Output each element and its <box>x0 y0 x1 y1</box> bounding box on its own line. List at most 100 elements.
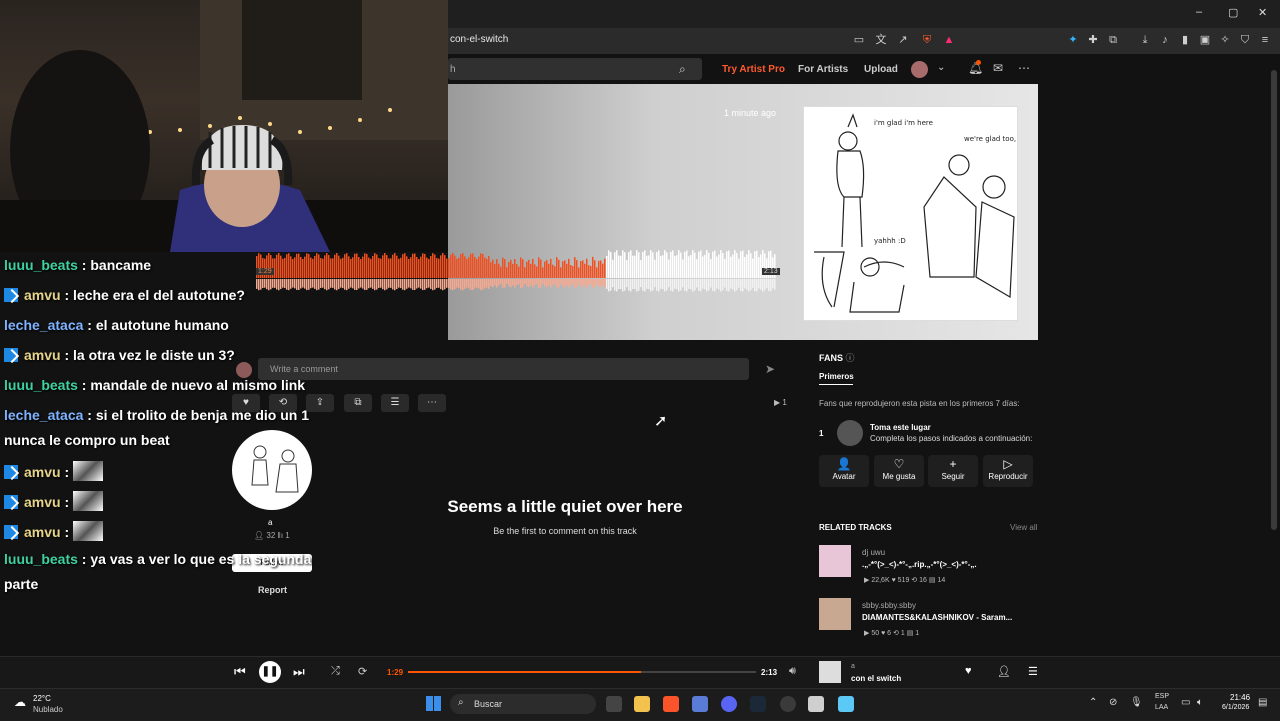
player-follow-icon[interactable]: 👤︎ <box>997 665 1011 678</box>
media-icon[interactable]: ♪ <box>1158 33 1172 47</box>
player-like-icon[interactable]: ♥ <box>965 665 972 677</box>
chat-username[interactable]: amvu <box>24 464 61 480</box>
display-icon[interactable]: ▭ <box>1181 697 1190 708</box>
file-explorer-icon[interactable] <box>634 696 650 712</box>
clock-time[interactable]: 21:46 <box>1230 693 1250 702</box>
user-avatar[interactable] <box>911 61 928 78</box>
for-artists-link[interactable]: For Artists <box>798 64 848 75</box>
related-track-thumb[interactable] <box>819 598 851 630</box>
steam-icon[interactable] <box>750 696 766 712</box>
chat-username[interactable]: amvu <box>24 524 61 540</box>
discord-icon[interactable] <box>721 696 737 712</box>
clock-date[interactable]: 6/1/2026 <box>1222 704 1249 711</box>
microphone-icon[interactable]: 🎙︎ <box>1130 697 1143 708</box>
url-text[interactable]: con-el-switch <box>450 34 508 45</box>
next-icon[interactable]: ⏭ <box>293 664 305 680</box>
taskbar-search-label: Buscar <box>474 699 503 709</box>
related-track-artist[interactable]: sbby.sbby.sbby <box>862 601 916 610</box>
shuffle-icon[interactable]: ⤮ <box>331 665 340 678</box>
previous-icon[interactable]: ⏮ <box>234 664 246 680</box>
messages-icon[interactable]: ✉ <box>993 61 1003 75</box>
more-actions-button[interactable]: ⋯ <box>418 394 446 412</box>
volume-icon[interactable]: 🔊︎ <box>789 665 796 678</box>
search-icon[interactable]: ⌕ <box>679 62 686 77</box>
maximize-button[interactable]: ▢ <box>1228 6 1238 19</box>
tray-chevron-icon[interactable]: ⌃ <box>1089 697 1097 708</box>
chat-username[interactable]: leche_ataca <box>4 317 83 333</box>
translate-icon[interactable]: 文 <box>874 33 888 47</box>
chat-message: amvu : la otra vez le diste un 3? <box>4 347 235 363</box>
pause-button[interactable]: ❚❚ <box>259 661 281 683</box>
uploader-avatar[interactable] <box>232 430 312 510</box>
wallet-icon[interactable]: ▣ <box>1198 33 1212 47</box>
notepad-icon[interactable] <box>838 696 854 712</box>
tab-primeros[interactable]: Primeros <box>819 372 854 381</box>
weather-desc[interactable]: Nublado <box>33 705 63 714</box>
sidebar-icon[interactable]: ▮ <box>1178 33 1192 47</box>
brave-browser-icon[interactable] <box>663 696 679 712</box>
brave-rewards-icon[interactable]: ▲ <box>942 33 956 47</box>
search-input[interactable] <box>448 58 702 80</box>
calculator-icon[interactable] <box>692 696 708 712</box>
upload-link[interactable]: Upload <box>864 64 898 75</box>
weather-temp[interactable]: 22°C <box>33 694 51 703</box>
speaker-icon[interactable]: 🔈︎ <box>1197 697 1203 708</box>
keyboard-lang-sub[interactable]: LAA <box>1155 704 1168 711</box>
chat-username[interactable]: luuu_beats <box>4 377 78 393</box>
share-button[interactable]: ⇪ <box>306 394 334 412</box>
fan-action-avatar[interactable]: 👤 Avatar <box>819 455 869 487</box>
weather-icon[interactable]: ☁ <box>14 695 26 709</box>
windows-start-icon[interactable] <box>426 696 441 711</box>
view-all-link[interactable]: View all <box>1010 523 1037 532</box>
obs-icon[interactable] <box>808 696 824 712</box>
chat-username[interactable]: amvu <box>24 287 61 303</box>
send-comment-icon[interactable]: ➤ <box>765 362 775 376</box>
info-icon[interactable]: ⓘ <box>846 353 855 363</box>
related-track-title[interactable]: .„-*°(>_<)-*°-„.rip.„-*°(>_<)-*°-„. <box>862 560 977 569</box>
screenshot-icon[interactable]: ⧉ <box>1106 33 1120 47</box>
chevron-down-icon[interactable]: ⌄ <box>937 62 945 73</box>
copy-link-button[interactable]: ⧉ <box>344 394 372 412</box>
fan-action-like[interactable]: ♡ Me gusta <box>874 455 924 487</box>
cast-icon[interactable]: ▭ <box>852 33 866 47</box>
verified-badge-icon <box>4 495 18 509</box>
task-view-icon[interactable] <box>606 696 622 712</box>
related-track-artist[interactable]: dj uwu <box>862 548 885 557</box>
queue-icon[interactable]: ☰ <box>1028 665 1038 678</box>
vpn-icon[interactable]: ⛉ <box>1238 33 1252 47</box>
more-options-icon[interactable]: ⋯ <box>1018 61 1030 75</box>
download-icon[interactable]: ⤓ <box>1138 33 1152 47</box>
related-track-title[interactable]: DIAMANTES&KALASHNIKOV - Saram... <box>862 613 1012 622</box>
player-track-artist[interactable]: a <box>851 663 855 670</box>
report-link[interactable]: Report <box>258 585 287 595</box>
chat-username[interactable]: luuu_beats <box>4 257 78 273</box>
share-icon[interactable]: ↗ <box>896 33 910 47</box>
chat-username[interactable]: luuu_beats <box>4 551 78 567</box>
related-track-thumb[interactable] <box>819 545 851 577</box>
player-track-title[interactable]: con el switch <box>851 674 901 683</box>
repeat-icon[interactable]: ⟳ <box>358 665 367 678</box>
scrollbar-thumb[interactable] <box>1271 70 1277 530</box>
leo-icon[interactable]: ✧ <box>1218 33 1232 47</box>
notification-center-icon[interactable]: ▤ <box>1258 697 1267 708</box>
taskbar-search[interactable] <box>450 694 596 714</box>
fan-action-play[interactable]: ▷ Reproducir <box>983 455 1033 487</box>
uploader-name[interactable]: a <box>268 518 272 527</box>
brave-shield-icon[interactable]: ⛨ <box>920 33 934 47</box>
progress-fill <box>408 671 642 673</box>
player-track-thumb[interactable] <box>819 661 841 683</box>
fan-action-follow[interactable]: + Seguir <box>928 455 978 487</box>
try-artist-pro-link[interactable]: Try Artist Pro <box>722 64 785 75</box>
close-window-button[interactable]: ✕ <box>1258 6 1267 19</box>
extension-icon[interactable]: ✦ <box>1066 33 1080 47</box>
chat-username[interactable]: amvu <box>24 347 61 363</box>
app-icon[interactable] <box>780 696 796 712</box>
chat-username[interactable]: amvu <box>24 494 61 510</box>
menu-icon[interactable]: ≡ <box>1258 33 1272 47</box>
chat-username[interactable]: leche_ataca <box>4 407 83 423</box>
keyboard-lang[interactable]: ESP <box>1155 693 1169 700</box>
add-to-playlist-button[interactable]: ☰ <box>381 394 409 412</box>
minimize-button[interactable]: – <box>1196 6 1202 18</box>
puzzle-icon[interactable]: ✚ <box>1086 33 1100 47</box>
network-off-icon[interactable]: ⊘ <box>1109 697 1117 708</box>
